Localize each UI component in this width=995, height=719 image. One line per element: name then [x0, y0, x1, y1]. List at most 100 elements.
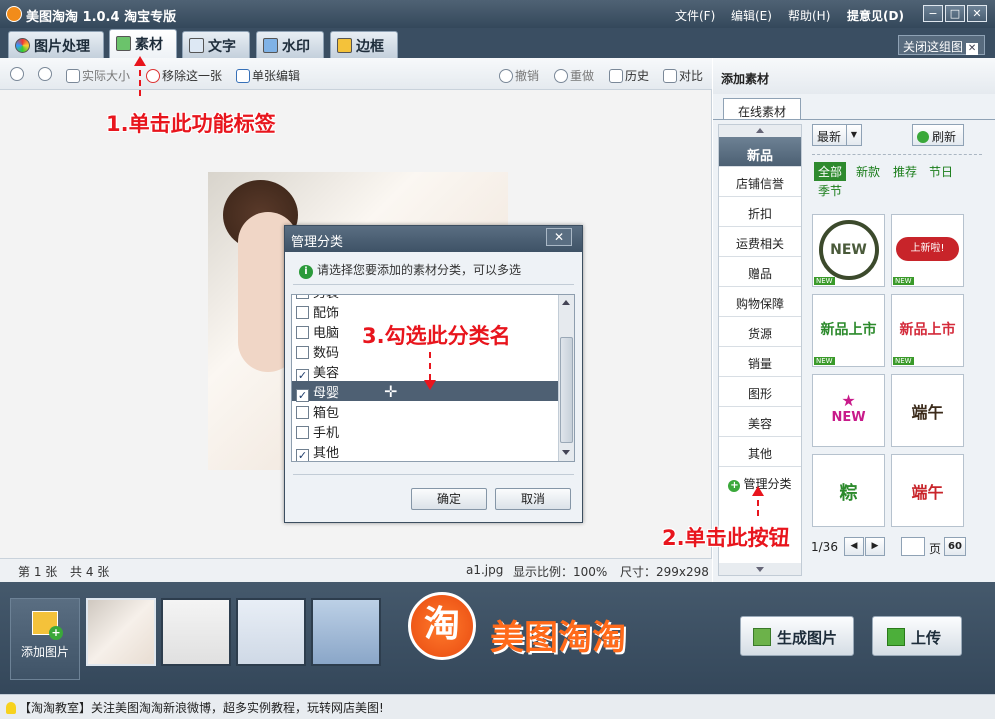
close-group-button[interactable]: 关闭这组图 ✕ [898, 35, 985, 55]
close-button[interactable]: ✕ [967, 5, 987, 22]
category-item[interactable]: 折扣 [719, 197, 801, 227]
category-item[interactable]: 图形 [719, 377, 801, 407]
upload-button[interactable]: 上传 [872, 616, 962, 656]
category-scroll-up[interactable] [719, 125, 801, 137]
dialog-divider [293, 284, 574, 285]
asset-dragon-boat-dark[interactable]: 端午 [891, 374, 964, 447]
menu-help[interactable]: 帮助(H) [788, 7, 830, 24]
redo-button[interactable]: 重做 [554, 67, 594, 84]
list-item[interactable]: 配饰 [292, 301, 560, 321]
menu-feedback[interactable]: 提意见(D) [847, 7, 904, 24]
refresh-button[interactable]: 刷新 [912, 124, 964, 146]
checkbox[interactable] [296, 406, 309, 419]
tab-image-processing[interactable]: 图片处理 [8, 31, 104, 58]
panel-header: 添加素材 [713, 58, 995, 94]
tab-watermark[interactable]: 水印 [256, 31, 324, 58]
category-item[interactable]: 店铺信誉 [719, 167, 801, 197]
scrollbar-thumb[interactable] [560, 337, 573, 443]
category-item[interactable]: 销量 [719, 347, 801, 377]
chevron-down-icon [756, 567, 764, 572]
list-item-label: 数码 [313, 346, 340, 361]
go-page-button[interactable]: 60 [944, 537, 966, 556]
filter-recommended[interactable]: 推荐 [893, 163, 917, 180]
filter-new[interactable]: 新款 [856, 163, 880, 180]
checkbox[interactable] [296, 426, 309, 439]
asset-new-launch-red[interactable]: 新品上市 NEW [891, 294, 964, 367]
list-item[interactable]: 男装 [292, 295, 560, 301]
add-image-button[interactable]: + 添加图片 [10, 598, 80, 680]
list-item-label: 母婴 [313, 386, 340, 401]
thumbnail-3[interactable] [236, 598, 306, 666]
page-number-input[interactable] [901, 537, 925, 556]
asset-text: 新品上市 [820, 322, 877, 338]
list-item[interactable]: ✓ 美容 [292, 361, 560, 382]
asset-dragon-boat-red[interactable]: 端午 [891, 454, 964, 527]
zoom-in-button[interactable] [10, 67, 26, 81]
remove-image-button[interactable]: 移除这一张 [146, 67, 222, 84]
checkbox[interactable] [296, 295, 309, 299]
cancel-button[interactable]: 取消 [495, 488, 571, 510]
thumbnail-2[interactable] [161, 598, 231, 666]
category-item[interactable]: 运费相关 [719, 227, 801, 257]
scroll-up-icon[interactable] [562, 300, 570, 305]
thumbnail-1[interactable] [86, 598, 156, 666]
mouse-cursor-icon: ✛ [384, 382, 398, 401]
redo-label: 重做 [570, 69, 595, 83]
category-item[interactable]: 货源 [719, 317, 801, 347]
checkbox[interactable] [296, 306, 309, 319]
listbox-scrollbar[interactable] [558, 295, 574, 461]
ok-button[interactable]: 确定 [411, 488, 487, 510]
category-scroll-down[interactable] [719, 563, 801, 575]
category-item[interactable]: 美容 [719, 407, 801, 437]
edit-icon [236, 69, 250, 83]
compare-button[interactable]: 对比 [663, 67, 703, 84]
category-item[interactable]: 新品 [719, 137, 801, 167]
asset-new-badge[interactable]: NEW NEW [812, 214, 885, 287]
tab-frame[interactable]: 边框 [330, 31, 398, 58]
thumbnail-4[interactable] [311, 598, 381, 666]
next-page-button[interactable]: ▶ [865, 537, 885, 556]
menu-file[interactable]: 文件(F) [675, 7, 715, 24]
window-title: 美图淘淘 1.0.4 淘宝专版 [26, 10, 177, 25]
dialog-close-button[interactable]: ✕ [546, 228, 572, 246]
single-edit-button[interactable]: 单张编辑 [236, 67, 300, 84]
asset-rice-dumpling[interactable]: 粽 [812, 454, 885, 527]
category-item[interactable]: 赠品 [719, 257, 801, 287]
list-item[interactable]: ✓ 其他 [292, 441, 560, 461]
history-button[interactable]: 历史 [609, 67, 649, 84]
asset-new-launch-green[interactable]: 新品上市 NEW [812, 294, 885, 367]
annotation-arrowhead-3 [424, 380, 436, 390]
history-label: 历史 [625, 69, 650, 83]
tab-materials[interactable]: 素材 [109, 29, 177, 58]
tab-online-materials[interactable]: 在线素材 [723, 98, 801, 120]
filter-season[interactable]: 季节 [818, 182, 842, 199]
zoom-out-button[interactable] [38, 67, 54, 81]
asset-text: 端午 [911, 483, 944, 502]
asset-new-arrival[interactable]: 上新啦! NEW [891, 214, 964, 287]
list-item-label: 配饰 [313, 306, 340, 321]
list-item[interactable]: 箱包 [292, 401, 560, 421]
filter-holiday[interactable]: 节日 [929, 163, 953, 180]
actual-size-button[interactable]: 实际大小 [66, 67, 130, 84]
undo-button[interactable]: 撤销 [499, 67, 539, 84]
sort-select[interactable]: 最新 ▼ [812, 124, 862, 146]
checkbox-checked[interactable]: ✓ [296, 449, 309, 461]
maximize-button[interactable]: □ [945, 5, 965, 22]
checkbox[interactable] [296, 326, 309, 339]
filter-all[interactable]: 全部 [814, 162, 847, 181]
menu-edit[interactable]: 编辑(E) [731, 7, 772, 24]
scroll-down-icon[interactable] [562, 450, 570, 455]
tip-text[interactable]: 【淘淘教室】关注美图淘淘新浪微博，超多实例教程，玩转网店美图! [19, 701, 384, 715]
checkbox[interactable] [296, 346, 309, 359]
list-item[interactable]: 手机 [292, 421, 560, 441]
history-icon [609, 69, 623, 83]
category-item[interactable]: 其他 [719, 437, 801, 467]
refresh-label: 刷新 [932, 130, 957, 144]
category-item[interactable]: 购物保障 [719, 287, 801, 317]
prev-page-button[interactable]: ◀ [844, 537, 864, 556]
asset-star-new[interactable]: ★ NEW [812, 374, 885, 447]
generate-image-button[interactable]: 生成图片 [740, 616, 854, 656]
tab-text[interactable]: 文字 [182, 31, 250, 58]
minimize-button[interactable]: − [923, 5, 943, 22]
zoom-out-icon [38, 67, 52, 81]
